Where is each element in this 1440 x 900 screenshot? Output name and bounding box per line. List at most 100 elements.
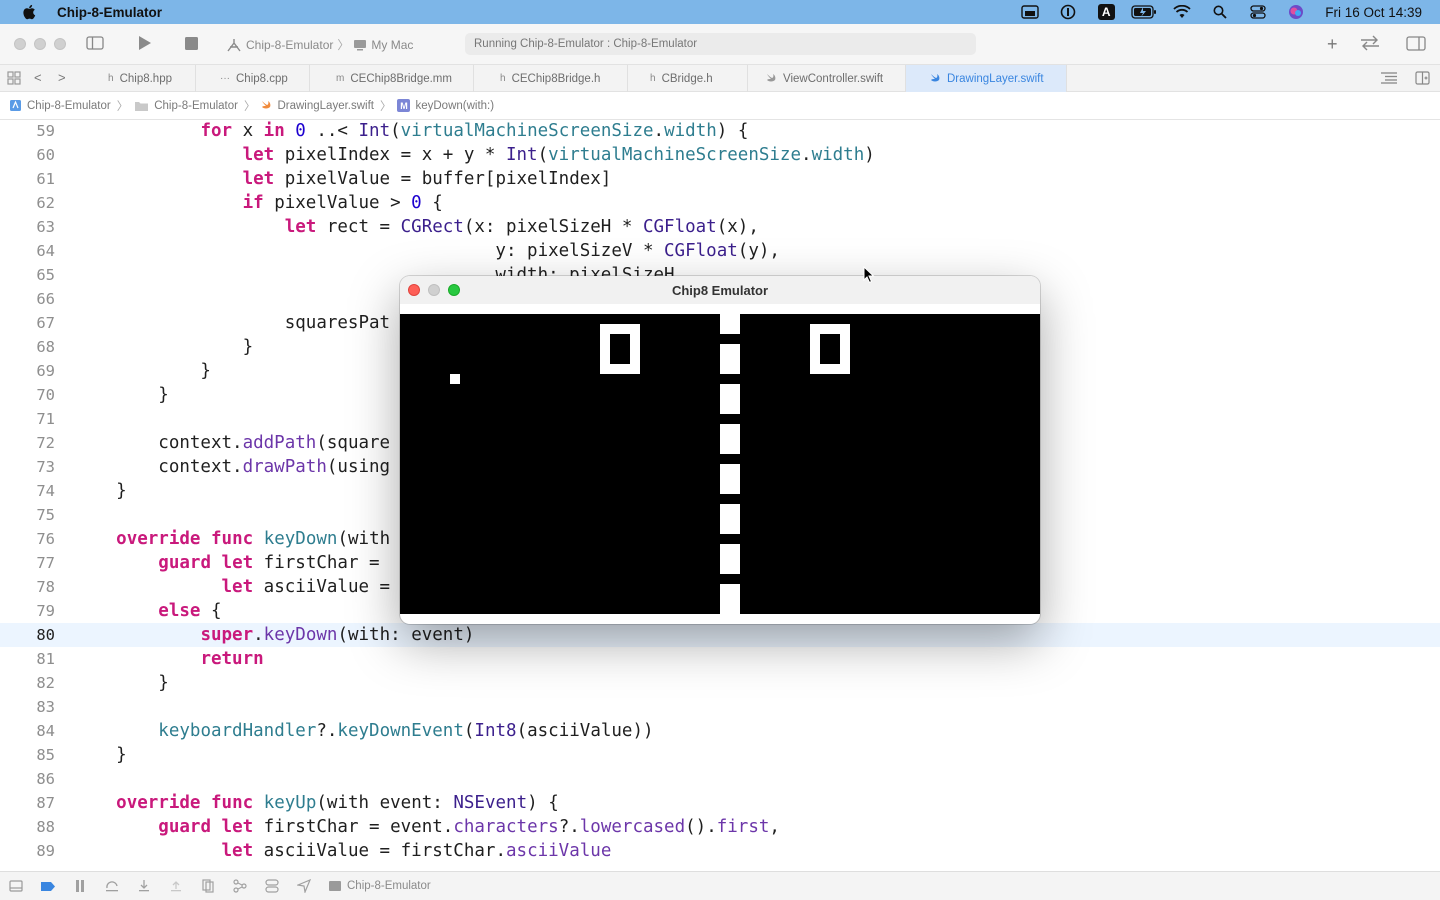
mac-icon — [354, 39, 367, 50]
emulator-zoom-button[interactable] — [448, 284, 460, 296]
activity-viewer: Running Chip-8-Emulator : Chip-8-Emulato… — [465, 33, 976, 55]
emulator-close-button[interactable] — [408, 284, 420, 296]
code-text: let rect = CGRect(x: pixelSizeH * CGFloa… — [284, 217, 759, 237]
scheme-selector[interactable]: Chip-8-Emulator 〉 My Mac — [226, 36, 413, 53]
code-text: let pixelValue = buffer[pixelIndex] — [242, 169, 612, 189]
debug-target[interactable]: Chip-8-Emulator — [328, 880, 431, 892]
tab-drawinglayer-swift[interactable]: DrawingLayer.swift — [906, 65, 1067, 92]
tab-cechip8bridge-mm[interactable]: m CEChip8Bridge.mm — [334, 65, 474, 92]
line-number: 75 — [36, 506, 55, 524]
emulator-minimize-button[interactable] — [428, 284, 440, 296]
related-items-icon[interactable] — [7, 71, 21, 85]
code-line: 63 let rect = CGRect(x: pixelSizeH * CGF… — [0, 215, 1440, 239]
siri-icon[interactable] — [1277, 0, 1315, 24]
line-number: 64 — [36, 242, 55, 260]
code-text: override func keyDown(with — [116, 529, 391, 549]
tab-chip8-hpp[interactable]: h Chip8.hpp — [106, 65, 196, 92]
pong-game-graphics — [450, 314, 850, 614]
stop-button-icon[interactable] — [185, 37, 198, 50]
activity-status-text: Running Chip-8-Emulator : Chip-8-Emulato… — [474, 38, 698, 50]
xcode-toolbar: Chip-8-Emulator 〉 My Mac Running Chip-8-… — [0, 24, 1440, 64]
breadcrumb-method[interactable]: M keyDown(with:) — [397, 99, 494, 112]
line-number: 81 — [36, 650, 55, 668]
breadcrumb-group[interactable]: Chip-8-Emulator — [134, 100, 238, 112]
line-number: 83 — [36, 698, 55, 716]
tab-label: CBridge.h — [661, 72, 713, 85]
spotlight-search-icon[interactable] — [1201, 0, 1239, 24]
chevron-right-icon: 〉 — [379, 100, 392, 113]
code-text: guard let firstChar = — [158, 553, 380, 573]
input-source-icon[interactable]: A — [1087, 0, 1125, 24]
tab-chip8-cpp[interactable]: ··· Chip8.cpp — [218, 65, 310, 92]
inspector-toggle-icon[interactable] — [1406, 36, 1426, 51]
breadcrumb-label: Chip-8-Emulator — [27, 99, 111, 112]
code-line: 88 guard let firstChar = event.character… — [0, 815, 1440, 839]
swift-file-icon — [931, 74, 940, 82]
line-number: 74 — [36, 482, 55, 500]
add-editor-icon[interactable] — [1415, 71, 1430, 85]
editor-options-icon[interactable] — [1380, 72, 1398, 84]
control-center-icon[interactable] — [1239, 0, 1277, 24]
tab-viewcontroller-swift[interactable]: ViewController.swift — [764, 65, 906, 92]
environment-overrides-icon[interactable] — [256, 879, 288, 893]
emulator-window-title: Chip8 Emulator — [671, 282, 769, 298]
breakpoints-toggle-icon[interactable] — [32, 881, 64, 892]
code-line: 64 y: pixelSizeV * CGFloat(y), — [0, 239, 1440, 263]
step-out-icon[interactable] — [160, 880, 192, 892]
breadcrumb-project[interactable]: Chip-8-Emulator — [9, 99, 111, 112]
hide-debug-area-icon[interactable] — [0, 880, 32, 892]
code-text: let asciiValue = — [221, 577, 391, 597]
library-add-icon[interactable]: + — [1327, 34, 1338, 55]
apple-menu-icon[interactable] — [22, 4, 36, 20]
line-number: 63 — [36, 218, 55, 236]
back-chevron-icon[interactable]: < — [34, 70, 42, 85]
line-number: 68 — [36, 338, 55, 356]
line-number: 84 — [36, 722, 55, 740]
right-score-digit — [810, 324, 850, 374]
tab-cechip8bridge-h[interactable]: h CEChip8Bridge.h — [498, 65, 628, 92]
emulator-display[interactable] — [400, 314, 1040, 614]
simulate-location-icon[interactable] — [288, 879, 320, 893]
tab-cbridge-h[interactable]: h CBridge.h — [648, 65, 748, 92]
run-button-icon[interactable] — [138, 35, 152, 51]
code-text: guard let firstChar = event.characters?.… — [158, 817, 780, 837]
scheme-target: Chip-8-Emulator — [246, 37, 334, 52]
window-close-button[interactable] — [14, 38, 26, 50]
code-line: 82 } — [0, 671, 1440, 695]
password-manager-icon[interactable] — [1049, 0, 1087, 24]
battery-icon[interactable] — [1125, 0, 1163, 24]
finder-window-icon[interactable] — [1011, 0, 1049, 24]
emulator-window-controls — [408, 284, 460, 296]
code-text: let pixelIndex = x + y * Int(virtualMach… — [242, 145, 875, 165]
tab-label: ViewController.swift — [783, 72, 884, 85]
navigator-toggle-icon[interactable] — [86, 36, 104, 50]
swift-file-icon — [767, 74, 776, 82]
line-number: 78 — [36, 578, 55, 596]
chevron-right-icon: 〉 — [116, 100, 129, 113]
code-text: } — [74, 361, 211, 381]
window-minimize-button[interactable] — [34, 38, 46, 50]
menu-bar-clock[interactable]: Fri 16 Oct 14:39 — [1325, 5, 1422, 20]
tab-label: Chip8.hpp — [119, 72, 172, 85]
step-over-icon[interactable] — [96, 880, 128, 892]
code-text: } — [74, 337, 254, 357]
wifi-icon[interactable] — [1163, 0, 1201, 24]
view-hierarchy-icon[interactable] — [192, 879, 224, 893]
code-line: 83 — [0, 695, 1440, 719]
line-number: 60 — [36, 146, 55, 164]
tab-label: CEChip8Bridge.mm — [350, 72, 452, 85]
app-menu-name[interactable]: Chip-8-Emulator — [57, 5, 162, 20]
pause-icon[interactable] — [64, 880, 96, 892]
emulator-title-bar[interactable]: Chip8 Emulator — [400, 276, 1040, 304]
window-zoom-button[interactable] — [54, 38, 66, 50]
line-number: 61 — [36, 170, 55, 188]
breadcrumb-file[interactable]: DrawingLayer.swift — [261, 100, 374, 112]
forward-chevron-icon[interactable]: > — [58, 70, 66, 85]
line-number: 70 — [36, 386, 55, 404]
code-review-icon[interactable] — [1359, 35, 1381, 51]
code-line: 62 if pixelValue > 0 { — [0, 191, 1440, 215]
chevron-right-icon: 〉 — [337, 38, 350, 52]
code-text: context.addPath(square — [74, 433, 391, 453]
memory-graph-icon[interactable] — [224, 879, 256, 893]
step-into-icon[interactable] — [128, 880, 160, 892]
